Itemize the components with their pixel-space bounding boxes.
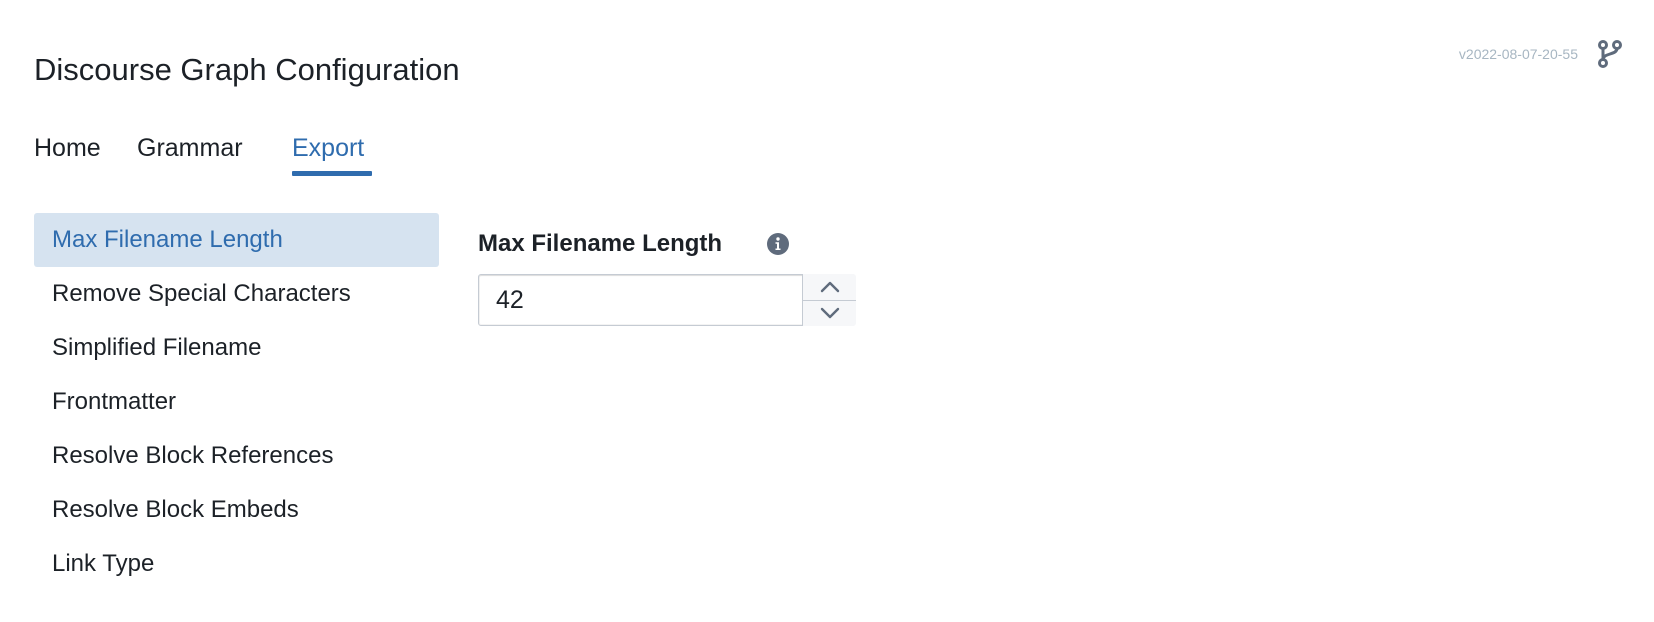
sidebar-item-simplified-filename[interactable]: Simplified Filename (34, 321, 439, 375)
tab-export[interactable]: Export (292, 131, 364, 165)
max-filename-length-input-group (478, 274, 856, 326)
version-label: v2022-08-07-20-55 (1458, 46, 1578, 62)
sidebar-item-link-type[interactable]: Link Type (34, 537, 439, 591)
sidebar-item-frontmatter[interactable]: Frontmatter (34, 375, 439, 429)
page-title: Discourse Graph Configuration (34, 52, 460, 87)
numeric-stepper (802, 274, 856, 326)
chevron-up-icon (820, 281, 839, 293)
decrement-button[interactable] (803, 300, 856, 326)
field-label: Max Filename Length (478, 230, 723, 257)
tab-grammar[interactable]: Grammar (137, 131, 243, 165)
sidebar-item-resolve-block-references[interactable]: Resolve Block References (34, 429, 439, 483)
git-branch-icon[interactable] (1594, 38, 1626, 70)
info-icon[interactable] (766, 232, 790, 256)
increment-button[interactable] (803, 274, 856, 301)
sidebar-item-remove-special-characters[interactable]: Remove Special Characters (34, 267, 439, 321)
chevron-down-icon (820, 307, 839, 319)
max-filename-length-input[interactable] (479, 275, 802, 325)
export-settings-sidebar: Max Filename Length Remove Special Chara… (34, 213, 439, 591)
tab-home[interactable]: Home (34, 131, 101, 165)
sidebar-item-max-filename-length[interactable]: Max Filename Length (34, 213, 439, 267)
sidebar-item-resolve-block-embeds[interactable]: Resolve Block Embeds (34, 483, 439, 537)
active-tab-indicator (292, 171, 372, 176)
